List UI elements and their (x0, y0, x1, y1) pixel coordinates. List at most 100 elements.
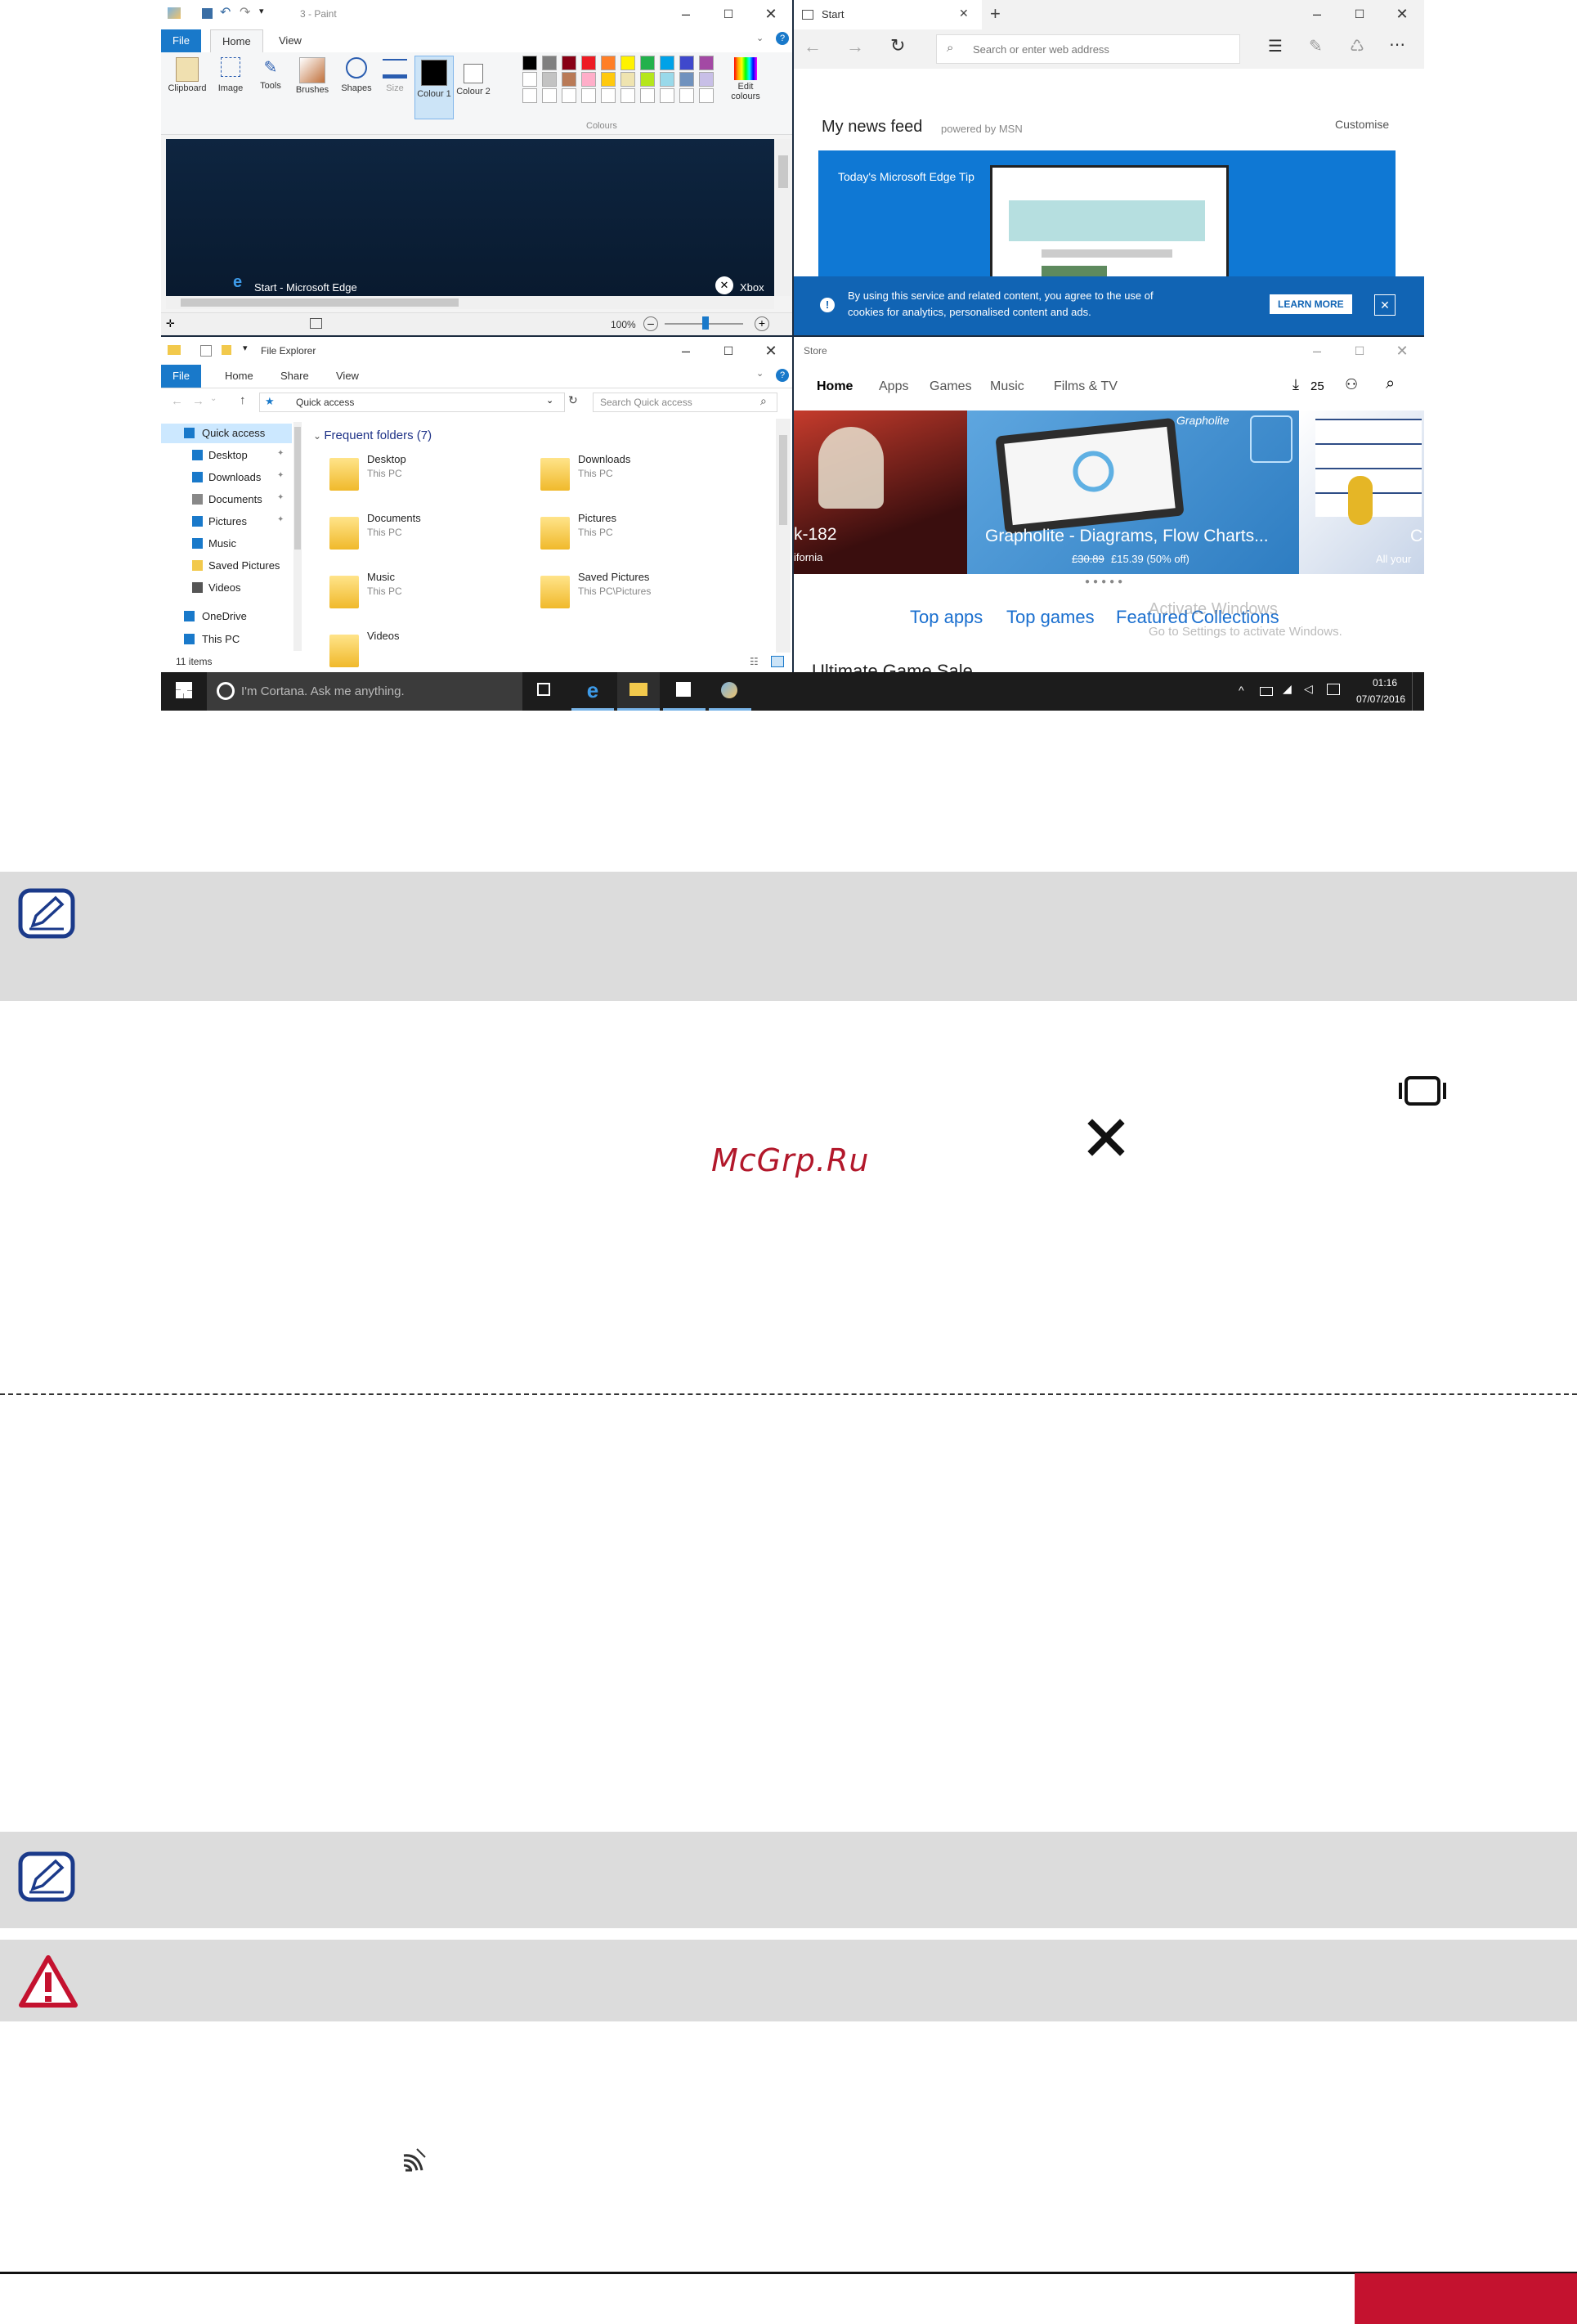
palette-empty-swatch[interactable] (620, 88, 635, 103)
folder-item-downloads[interactable]: Downloads This PC (535, 451, 732, 504)
nav-item-this-pc[interactable]: This PC (161, 630, 292, 649)
explorer-refresh-icon[interactable]: ↻ (568, 393, 578, 407)
palette-swatch[interactable] (699, 72, 714, 87)
edit-colours-button[interactable]: Edit colours (725, 56, 766, 121)
up-icon[interactable]: ↑ (240, 393, 246, 407)
action-center-icon[interactable] (1412, 672, 1416, 711)
folder-item-documents[interactable]: Documents This PC (325, 510, 521, 563)
palette-swatch[interactable] (601, 72, 616, 87)
paint-tab-file[interactable]: File (161, 29, 201, 52)
nav-item-desktop[interactable]: Desktop ✦ (161, 446, 292, 465)
palette-swatch[interactable] (660, 72, 674, 87)
content-scrollbar[interactable] (776, 419, 791, 653)
address-bar[interactable]: ⌕ Search or enter web address (936, 34, 1240, 64)
details-view-icon[interactable]: ☷ (750, 656, 759, 667)
cortana-search-box[interactable]: I'm Cortana. Ask me anything. (207, 672, 522, 711)
folder-item-pictures[interactable]: Pictures This PC (535, 510, 732, 563)
nav-item-documents[interactable]: Documents ✦ (161, 490, 292, 509)
hub-icon[interactable]: ☰ (1268, 36, 1283, 56)
more-icon[interactable]: ⋯ (1389, 34, 1405, 55)
store-tab-games[interactable]: Games (930, 379, 972, 394)
account-icon[interactable]: ⚇ (1345, 376, 1358, 393)
store-close-button[interactable]: ✕ (1381, 337, 1423, 365)
palette-swatch[interactable] (640, 72, 655, 87)
palette-empty-swatch[interactable] (660, 88, 674, 103)
battery-icon[interactable] (1260, 687, 1273, 696)
palette-swatch[interactable] (640, 56, 655, 70)
new-folder-icon[interactable] (222, 345, 231, 355)
explorer-back-icon[interactable]: ← (171, 394, 183, 408)
explorer-address-bar[interactable]: ★ Quick access ⌄ (259, 393, 565, 412)
folder-item-saved-pictures[interactable]: Saved Pictures This PC\Pictures (535, 569, 732, 621)
edge-minimize-button[interactable]: – (1296, 0, 1338, 28)
notification-chat-icon[interactable] (1327, 684, 1340, 695)
store-tab-home[interactable]: Home (817, 379, 853, 394)
store-maximize-button[interactable]: ☐ (1338, 337, 1381, 365)
explorer-maximize-button[interactable]: ☐ (707, 337, 750, 365)
palette-empty-swatch[interactable] (542, 88, 557, 103)
palette-empty-swatch[interactable] (562, 88, 576, 103)
nav-item-onedrive[interactable]: OneDrive (161, 607, 292, 626)
shapes-group[interactable]: Shapes (338, 56, 375, 121)
palette-swatch[interactable] (620, 56, 635, 70)
network-icon[interactable]: ◢ (1283, 682, 1292, 696)
paint-vertical-scrollbar[interactable] (776, 139, 791, 296)
nav-item-saved-pictures[interactable]: Saved Pictures (161, 556, 292, 576)
palette-empty-swatch[interactable] (601, 88, 616, 103)
image-group[interactable]: Image (212, 56, 249, 121)
size-group[interactable]: Size (379, 56, 411, 121)
store-hero-middle[interactable]: Grapholite Grapholite - Diagrams, Flow C… (967, 411, 1299, 574)
paint-close-button[interactable]: ✕ (750, 0, 792, 28)
ribbon-collapse-icon[interactable]: ⌄ (756, 33, 764, 43)
palette-swatch[interactable] (601, 56, 616, 70)
colour-palette[interactable] (522, 56, 727, 113)
taskbar-time[interactable]: 01:16 (1373, 677, 1397, 689)
edge-maximize-button[interactable]: ☐ (1338, 0, 1381, 28)
volume-icon[interactable]: ◁ (1304, 682, 1313, 696)
recent-dropdown-icon[interactable]: ⌄ (210, 394, 217, 403)
zoom-slider-thumb[interactable] (702, 316, 709, 330)
palette-swatch[interactable] (581, 72, 596, 87)
palette-empty-swatch[interactable] (699, 88, 714, 103)
help-icon[interactable]: ? (776, 32, 789, 45)
explorer-ribbon-expand-icon[interactable]: ⌄ (756, 368, 764, 379)
downloads-count[interactable]: 25 (1310, 379, 1324, 393)
nav-item-videos[interactable]: Videos (161, 578, 292, 598)
explorer-tab-share[interactable]: Share (269, 365, 320, 388)
palette-empty-swatch[interactable] (522, 88, 537, 103)
palette-swatch[interactable] (562, 72, 576, 87)
store-link-top-games[interactable]: Top games (1006, 607, 1095, 628)
zoom-out-button[interactable]: – (643, 316, 658, 331)
new-tab-button[interactable]: + (990, 3, 1001, 25)
paint-canvas[interactable]: e Start - Microsoft Edge ✕ Xbox (166, 139, 774, 296)
palette-swatch[interactable] (542, 72, 557, 87)
taskbar-store-icon[interactable] (663, 672, 706, 711)
show-hidden-icons[interactable]: ^ (1239, 684, 1244, 697)
clipboard-group[interactable]: Clipboard (166, 56, 208, 121)
colour-2-button[interactable]: Colour 2 (455, 56, 491, 118)
palette-swatch[interactable] (620, 72, 635, 87)
taskbar-paint-icon[interactable] (709, 672, 751, 711)
palette-swatch[interactable] (699, 56, 714, 70)
quick-access-dropdown-icon[interactable]: ▾ (259, 6, 264, 16)
edge-tab-start[interactable]: Start ✕ (794, 0, 982, 29)
explorer-tab-view[interactable]: View (325, 365, 370, 388)
palette-empty-swatch[interactable] (640, 88, 655, 103)
colour-1-button[interactable]: Colour 1 (414, 56, 454, 119)
nav-scrollbar[interactable] (293, 422, 302, 651)
palette-swatch[interactable] (522, 72, 537, 87)
store-tab-music[interactable]: Music (990, 379, 1024, 394)
palette-swatch[interactable] (562, 56, 576, 70)
nav-item-pictures[interactable]: Pictures ✦ (161, 512, 292, 532)
explorer-tab-file[interactable]: File (161, 365, 201, 388)
frequent-folders-header[interactable]: ⌄ Frequent folders (7) (313, 428, 432, 442)
palette-swatch[interactable] (581, 56, 596, 70)
tools-group[interactable]: ✎ Tools (253, 56, 289, 121)
back-icon[interactable]: ← (804, 36, 822, 57)
store-minimize-button[interactable]: – (1296, 337, 1338, 365)
palette-swatch[interactable] (660, 56, 674, 70)
nav-item-downloads[interactable]: Downloads ✦ (161, 468, 292, 487)
cookie-close-button[interactable]: ✕ (1374, 294, 1396, 316)
folder-item-desktop[interactable]: Desktop This PC (325, 451, 521, 504)
explorer-search-box[interactable]: Search Quick access ⌕ (593, 393, 777, 412)
